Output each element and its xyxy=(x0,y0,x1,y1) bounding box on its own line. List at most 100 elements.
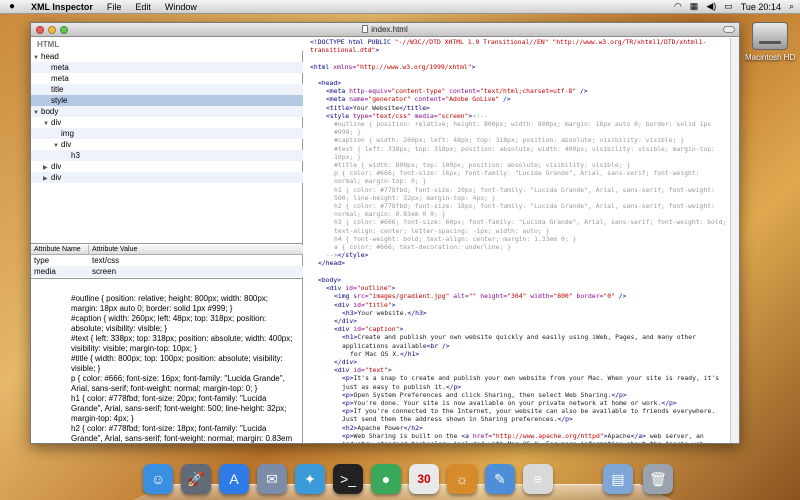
source-token: id= xyxy=(353,366,365,375)
source-token: <p> xyxy=(342,398,354,407)
source-view[interactable]: <!DOCTYPE html PUBLIC "-//W3C//DTD XHTML… xyxy=(304,38,739,443)
source-token: <p> xyxy=(342,390,354,399)
calendar-icon[interactable]: 30 xyxy=(409,464,439,494)
source-line: <meta http-equiv="content-type" content=… xyxy=(310,87,729,95)
menu-window[interactable]: Window xyxy=(158,2,204,12)
attribute-table: Attribute Name Attribute Value type text… xyxy=(31,245,303,279)
hard-drive-icon[interactable] xyxy=(752,22,788,50)
source-token: <img xyxy=(334,292,354,301)
folder-icon[interactable]: ▤ xyxy=(603,464,633,494)
desktop-drive[interactable]: Macintosh HD xyxy=(745,22,795,62)
source-token: "text" xyxy=(364,366,388,375)
tree-node-div[interactable]: ▼ div xyxy=(31,117,303,128)
tree-node-h3[interactable]: h3 xyxy=(31,150,303,161)
tree-node-head[interactable]: ▼ head xyxy=(31,51,303,62)
source-token: <div xyxy=(334,300,354,309)
tree-node-label: title xyxy=(51,85,64,94)
source-token: /> xyxy=(614,292,627,301)
safari-icon[interactable]: ✦ xyxy=(295,464,325,494)
source-token: Web Sharing is built on the xyxy=(353,431,462,440)
spotlight-icon[interactable]: ⌕ xyxy=(789,1,794,12)
source-token: height= xyxy=(476,292,508,301)
source-token: > xyxy=(375,46,380,55)
source-token: "images/gradient.jpg" xyxy=(368,292,450,301)
tree-node-body[interactable]: ▼ body xyxy=(31,106,303,117)
column-attribute-value[interactable]: Attribute Value xyxy=(89,245,137,254)
source-token: for Mac OS X. xyxy=(350,349,401,358)
source-token: </a> xyxy=(630,431,646,440)
flag-icon[interactable]: ▦ xyxy=(690,1,699,12)
tree-node-meta[interactable]: meta xyxy=(31,73,303,84)
mail-icon[interactable]: ✉ xyxy=(257,464,287,494)
terminal-icon[interactable]: >_ xyxy=(333,464,363,494)
source-token: Open System Preferences and click Sharin… xyxy=(353,390,612,399)
source-token: <!DOCTYPE html PUBLIC xyxy=(310,38,395,46)
battery-icon[interactable]: ▭ xyxy=(724,1,733,12)
source-token: media= xyxy=(410,111,438,120)
source-token: "304" xyxy=(507,292,527,301)
source-line: --></style> xyxy=(310,251,729,259)
apple-menu-icon[interactable]: ● xyxy=(0,1,24,12)
source-token: <p> xyxy=(342,374,354,383)
close-button[interactable] xyxy=(36,25,44,34)
tree-node-div[interactable]: ▶ div xyxy=(31,172,303,183)
minimize-button[interactable] xyxy=(48,25,56,34)
disclosure-triangle-icon[interactable]: ▶ xyxy=(43,174,51,185)
desktop-drive-label: Macintosh HD xyxy=(745,53,796,62)
source-token: > xyxy=(471,62,476,71)
zoom-button[interactable] xyxy=(60,25,68,34)
source-line: <div id="outline"> xyxy=(310,284,729,292)
attribute-row[interactable]: type text/css xyxy=(31,255,303,266)
window-titlebar[interactable]: index.html xyxy=(31,23,739,37)
document-icon xyxy=(362,25,369,33)
launchpad-icon[interactable]: 🚀 xyxy=(181,464,211,494)
source-token: type= xyxy=(352,111,373,120)
xml-inspector-icon[interactable]: ≡ xyxy=(523,464,553,494)
tree-node-label: meta xyxy=(51,74,69,83)
attribute-value: text/css xyxy=(92,256,120,265)
attribute-row[interactable]: media screen xyxy=(31,266,303,277)
source-token: > xyxy=(399,325,404,334)
tree-node-div[interactable]: ▼ div xyxy=(31,139,303,150)
tree-node-img[interactable]: img xyxy=(31,128,303,139)
menu-edit[interactable]: Edit xyxy=(128,2,158,12)
column-attribute-name[interactable]: Attribute Name xyxy=(31,245,89,254)
source-token: "text/css" xyxy=(372,111,411,120)
ical-icon[interactable]: ☼ xyxy=(447,464,477,494)
left-pane: HTML ▼ head meta meta title style ▼ body ▼ div img… xyxy=(31,38,303,443)
tree-node-meta[interactable]: meta xyxy=(31,62,303,73)
source-token: h1 { color: #778fbd; font-size: 20px; fo… xyxy=(334,185,719,202)
element-tree: HTML ▼ head meta meta title style ▼ body ▼ div img… xyxy=(31,38,303,244)
source-line: <p>Web Sharing is built on the <a href="… xyxy=(310,432,729,443)
tree-node-title[interactable]: title xyxy=(31,84,303,95)
source-line: p { color: #666; font-size: 16px; font-f… xyxy=(310,169,729,185)
facetime-icon[interactable]: ● xyxy=(371,464,401,494)
menu-clock[interactable]: Tue 20:14 xyxy=(741,2,781,12)
source-line: <div id="title"> xyxy=(310,301,729,309)
xcode-icon[interactable]: ✎ xyxy=(485,464,515,494)
source-token: "screen" xyxy=(437,111,469,120)
attribute-value: screen xyxy=(92,267,117,276)
tree-node-div[interactable]: ▶ div xyxy=(31,161,303,172)
tree-node-style[interactable]: style xyxy=(31,95,303,106)
app-store-icon[interactable]: A xyxy=(219,464,249,494)
source-line: <style type="text/css" media="screen"><!… xyxy=(310,112,729,120)
node-text-content[interactable]: #outline { position: relative; height: 8… xyxy=(31,280,303,443)
source-scrollbar[interactable] xyxy=(730,38,739,443)
source-line xyxy=(310,71,729,79)
source-token: > xyxy=(391,284,396,293)
source-token: </h2> xyxy=(403,423,423,432)
finder-icon[interactable]: ☺ xyxy=(143,464,173,494)
xml-inspector-window: index.html HTML ▼ head meta meta title style ▼… xyxy=(30,22,740,444)
wifi-icon[interactable]: ◠ xyxy=(674,1,682,12)
menu-file[interactable]: File xyxy=(100,2,129,12)
menu-app-name[interactable]: XML Inspector xyxy=(24,2,100,12)
source-token: </style> xyxy=(337,251,369,260)
trash-icon[interactable]: 🗑 xyxy=(643,464,673,494)
source-line: h4 { font-weight: bold; text-align: cent… xyxy=(310,235,729,243)
source-token: a { color: #666; text-decoration: underl… xyxy=(334,243,511,252)
toolbar-toggle-button[interactable] xyxy=(723,26,735,33)
volume-icon[interactable]: ◀) xyxy=(706,1,716,12)
source-token: <html xyxy=(310,62,334,71)
tree-node-label: div xyxy=(51,118,62,127)
